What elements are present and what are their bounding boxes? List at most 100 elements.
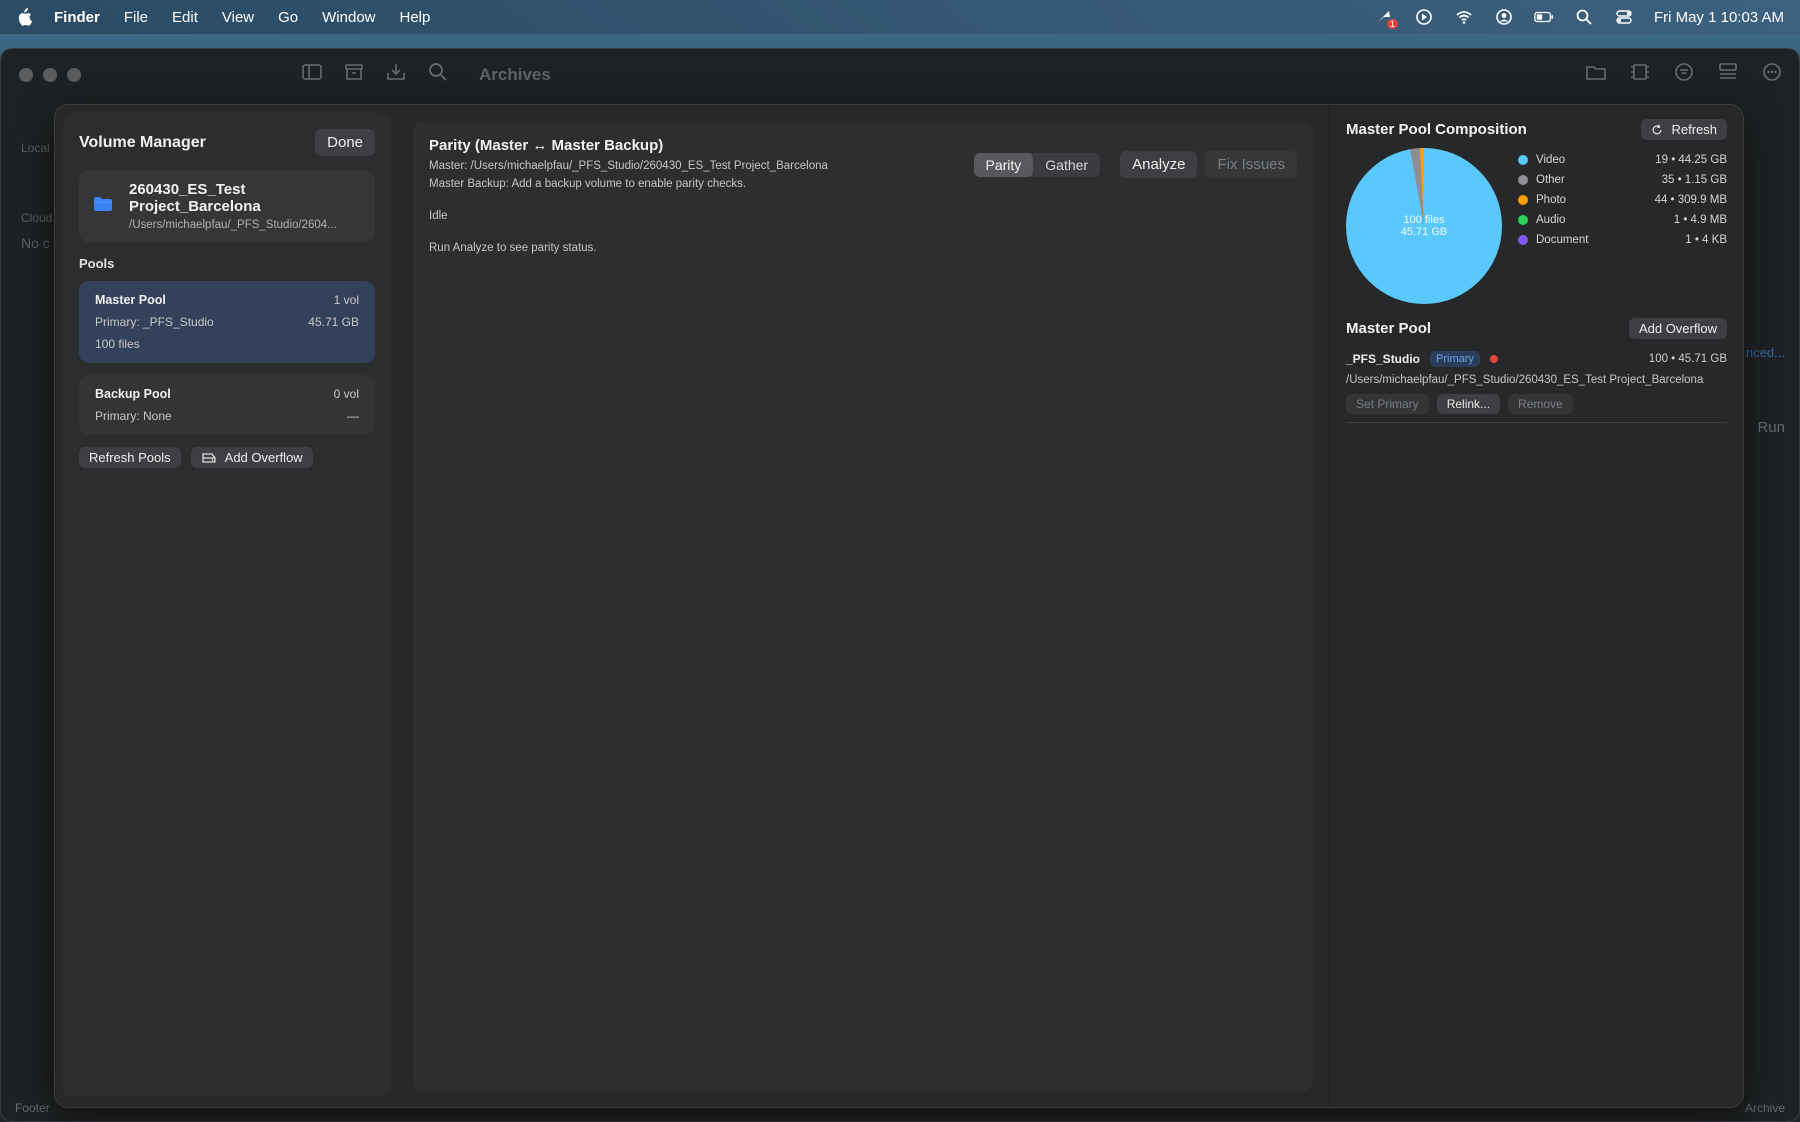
project-card[interactable]: 260430_ES_Test Project_Barcelona /Users/…: [79, 170, 375, 242]
close-window-button[interactable]: [19, 68, 33, 82]
pools-label: Pools: [79, 256, 115, 271]
folder-icon: [93, 196, 113, 217]
external-drive-icon: [202, 452, 216, 463]
menu-clock[interactable]: Fri May 1 10:03 AM: [1654, 9, 1784, 26]
legend-value: 44 • 309.9 MB: [1654, 194, 1727, 206]
control-center-icon[interactable]: [1614, 8, 1634, 26]
menu-bar: Finder File Edit View Go Window Help 1 F…: [0, 0, 1800, 34]
menu-app-finder[interactable]: Finder: [54, 9, 100, 26]
zoom-window-button[interactable]: [67, 68, 81, 82]
menu-edit[interactable]: Edit: [172, 9, 198, 26]
pool-size: 45.71 GB: [308, 315, 359, 329]
archive-box-icon[interactable]: [343, 61, 365, 88]
analyze-button[interactable]: Analyze: [1120, 151, 1198, 178]
master-pool-title: Master Pool: [1346, 320, 1432, 337]
sidebar-toggle-icon[interactable]: [301, 61, 323, 88]
pool-card-backup[interactable]: Backup Pool 0 vol Primary: None —: [79, 375, 375, 435]
fix-issues-button[interactable]: Fix Issues: [1205, 151, 1297, 178]
legend-label: Photo: [1536, 194, 1567, 206]
pie-center-files: 100 files: [1403, 214, 1445, 226]
wifi-icon[interactable]: [1454, 8, 1474, 26]
legend-item-video: Video 19 • 44.25 GB: [1518, 154, 1727, 166]
spotlight-search-icon[interactable]: [1574, 8, 1594, 26]
volume-name: _PFS_Studio: [1346, 352, 1421, 366]
add-overflow-button[interactable]: Add Overflow: [190, 447, 313, 468]
project-path: /Users/michaelpfau/_PFS_Studio/2604...: [129, 219, 337, 231]
notification-badge: 1: [1386, 19, 1398, 29]
run-button[interactable]: Run: [1757, 419, 1785, 436]
menu-go[interactable]: Go: [278, 9, 298, 26]
notification-icon[interactable]: 1: [1374, 8, 1398, 29]
parity-backup-info: Master Backup: Add a backup volume to en…: [429, 178, 747, 190]
volume-manager-sheet: Volume Manager Done 260430_ES_Test Proje…: [54, 104, 1744, 1108]
legend-value: 1 • 4.9 MB: [1673, 214, 1727, 226]
pool-primary: Primary: _PFS_Studio: [95, 315, 214, 329]
parity-hint: Run Analyze to see parity status.: [429, 242, 597, 254]
more-options-icon[interactable]: [1761, 61, 1783, 88]
legend-value: 35 • 1.15 GB: [1661, 174, 1727, 186]
legend-value: 1 • 4 KB: [1685, 234, 1727, 246]
parity-status: Idle: [429, 210, 448, 222]
sidebar-empty-text: No c: [21, 235, 50, 251]
parity-panel: Parity (Master ↔ Master Backup) Master: …: [413, 121, 1313, 1091]
legend-dot: [1518, 215, 1528, 225]
refresh-label: Refresh: [1671, 122, 1717, 137]
add-overflow-button[interactable]: Add Overflow: [1628, 318, 1727, 339]
add-overflow-label: Add Overflow: [224, 450, 303, 465]
legend-label: Video: [1536, 154, 1566, 166]
advanced-link[interactable]: nced...: [1746, 345, 1785, 360]
finder-window-title: Archives: [479, 64, 551, 84]
volume-manager-sidebar: Volume Manager Done 260430_ES_Test Proje…: [63, 113, 391, 1097]
refresh-icon: [1653, 124, 1662, 134]
project-name: 260430_ES_Test Project_Barcelona: [129, 181, 261, 215]
master-pool-section: Master Pool Add Overflow _PFS_Studio Pri…: [1346, 318, 1727, 423]
legend-item-photo: Photo 44 • 309.9 MB: [1518, 194, 1727, 206]
composition-panel: Master Pool Composition Refresh 100 file…: [1329, 105, 1743, 1107]
pool-volume-count: 0 vol: [333, 387, 359, 401]
sidebar-cloud-label: Cloud: [21, 211, 53, 225]
composition-title: Master Pool Composition: [1346, 121, 1527, 138]
segment-gather[interactable]: Gather: [1033, 153, 1100, 177]
tray-download-icon[interactable]: [385, 61, 407, 88]
user-account-icon[interactable]: [1494, 8, 1514, 26]
remove-button[interactable]: Remove: [1508, 394, 1573, 414]
battery-icon[interactable]: [1534, 8, 1554, 26]
volume-row[interactable]: _PFS_Studio Primary 100 • 45.71 GB: [1346, 351, 1727, 367]
offline-status-dot: [1489, 355, 1498, 363]
search-icon[interactable]: [427, 61, 449, 88]
finder-toolbar: Archives: [301, 61, 551, 88]
pool-name: Master Pool: [95, 293, 166, 307]
legend-dot: [1518, 155, 1528, 165]
refresh-button[interactable]: Refresh: [1641, 119, 1727, 140]
volume-manager-title: Volume Manager: [79, 133, 206, 151]
menu-view[interactable]: View: [222, 9, 254, 26]
menu-window[interactable]: Window: [322, 9, 375, 26]
menu-file[interactable]: File: [124, 9, 148, 26]
layout-icon[interactable]: [1717, 61, 1739, 88]
filter-icon[interactable]: [1673, 61, 1695, 88]
legend-item-document: Document 1 • 4 KB: [1518, 234, 1727, 246]
menu-help[interactable]: Help: [400, 9, 431, 26]
legend-dot: [1518, 175, 1528, 185]
composition-pie-chart: 100 files 45.71 GB: [1346, 147, 1502, 304]
volume-stats: 100 • 45.71 GB: [1648, 353, 1727, 365]
done-button[interactable]: Done: [315, 129, 375, 156]
mode-segmented-control: Parity Gather: [973, 152, 1101, 177]
segment-parity[interactable]: Parity: [973, 152, 1034, 177]
film-icon[interactable]: [1629, 61, 1651, 88]
sidebar-local-label: Local: [21, 141, 50, 155]
legend-label: Document: [1536, 234, 1589, 246]
footer-label[interactable]: Footer: [15, 1101, 50, 1115]
pool-card-master[interactable]: Master Pool 1 vol Primary: _PFS_Studio 4…: [79, 281, 375, 363]
folder-icon[interactable]: [1585, 61, 1607, 88]
relink-button[interactable]: Relink...: [1436, 394, 1501, 414]
play-circle-icon[interactable]: [1414, 8, 1434, 26]
pool-primary: Primary: None: [95, 409, 172, 423]
refresh-pools-button[interactable]: Refresh Pools: [79, 447, 181, 468]
pool-volume-count: 1 vol: [333, 293, 359, 307]
minimize-window-button[interactable]: [43, 68, 57, 82]
legend-label: Audio: [1536, 214, 1566, 226]
set-primary-button[interactable]: Set Primary: [1346, 394, 1429, 414]
pool-file-count: 100 files: [95, 337, 140, 351]
apple-icon[interactable]: [16, 8, 32, 26]
